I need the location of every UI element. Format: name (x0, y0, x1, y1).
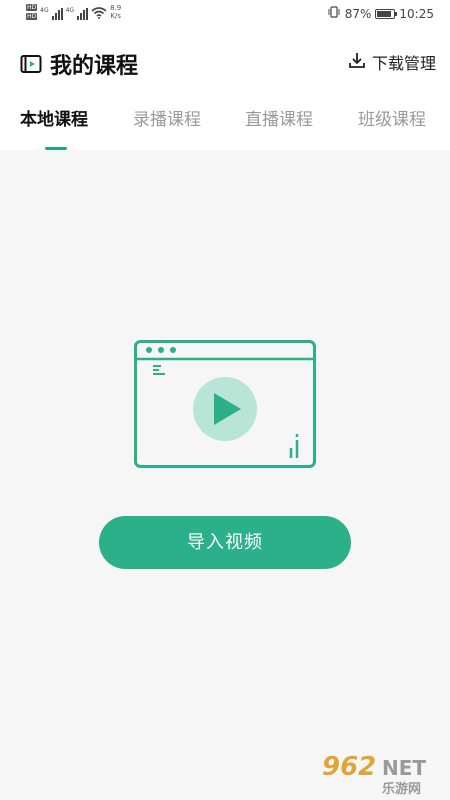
download-manager-label: 下载管理 (371, 54, 436, 73)
network-type-label: 4G (65, 7, 75, 14)
title-wrap: 我的课程 (20, 48, 138, 80)
watermark-number: 962 (322, 752, 377, 782)
tab-live-courses[interactable]: 直播课程 (245, 105, 313, 130)
battery-fill (377, 10, 392, 17)
watermark-net: NET (382, 756, 427, 780)
status-bar: HD HD 4G 4G 8.9 K/s 87% 10:25 (0, 0, 450, 30)
network-type-label: 4G (40, 7, 49, 14)
clock: 10:25 (399, 6, 434, 21)
status-left: HD HD 4G 4G 8.9 K/s (26, 4, 121, 23)
app-bar: 我的课程 下载管理 (0, 40, 450, 86)
battery-percent: 87% (344, 6, 372, 21)
speed-value: 8.9 (110, 4, 122, 12)
hd-badges: HD HD (26, 4, 38, 20)
video-player-illustration (134, 340, 316, 470)
tab-class-courses[interactable]: 班级课程 (358, 105, 426, 130)
download-icon (348, 51, 366, 73)
signal-icon (77, 8, 89, 20)
tab-local-courses[interactable]: 本地课程 (20, 105, 88, 130)
speed-unit: K/s (110, 12, 121, 20)
network-speed: 8.9 K/s (110, 4, 121, 20)
wifi-icon (91, 6, 107, 23)
download-manager-button[interactable]: 下载管理 (348, 50, 436, 74)
vibrate-icon (327, 6, 341, 21)
video-icon (20, 53, 42, 75)
page-title: 我的课程 (50, 54, 139, 79)
active-tab-indicator (45, 147, 67, 150)
hd-badge: HD (26, 13, 38, 20)
course-tabs: 本地课程 录播课程 直播课程 班级课程 (0, 105, 450, 149)
battery-icon (375, 8, 398, 19)
tab-recorded-courses[interactable]: 录播课程 (133, 105, 201, 130)
hd-badge: HD (26, 4, 38, 11)
status-right: 87% 10:25 (327, 6, 434, 21)
watermark-logo: 962 NET 乐游网 (318, 752, 444, 797)
import-video-button[interactable]: 导入视频 (99, 516, 351, 569)
signal-icon (51, 8, 63, 20)
watermark-sub: 乐游网 (382, 782, 422, 797)
